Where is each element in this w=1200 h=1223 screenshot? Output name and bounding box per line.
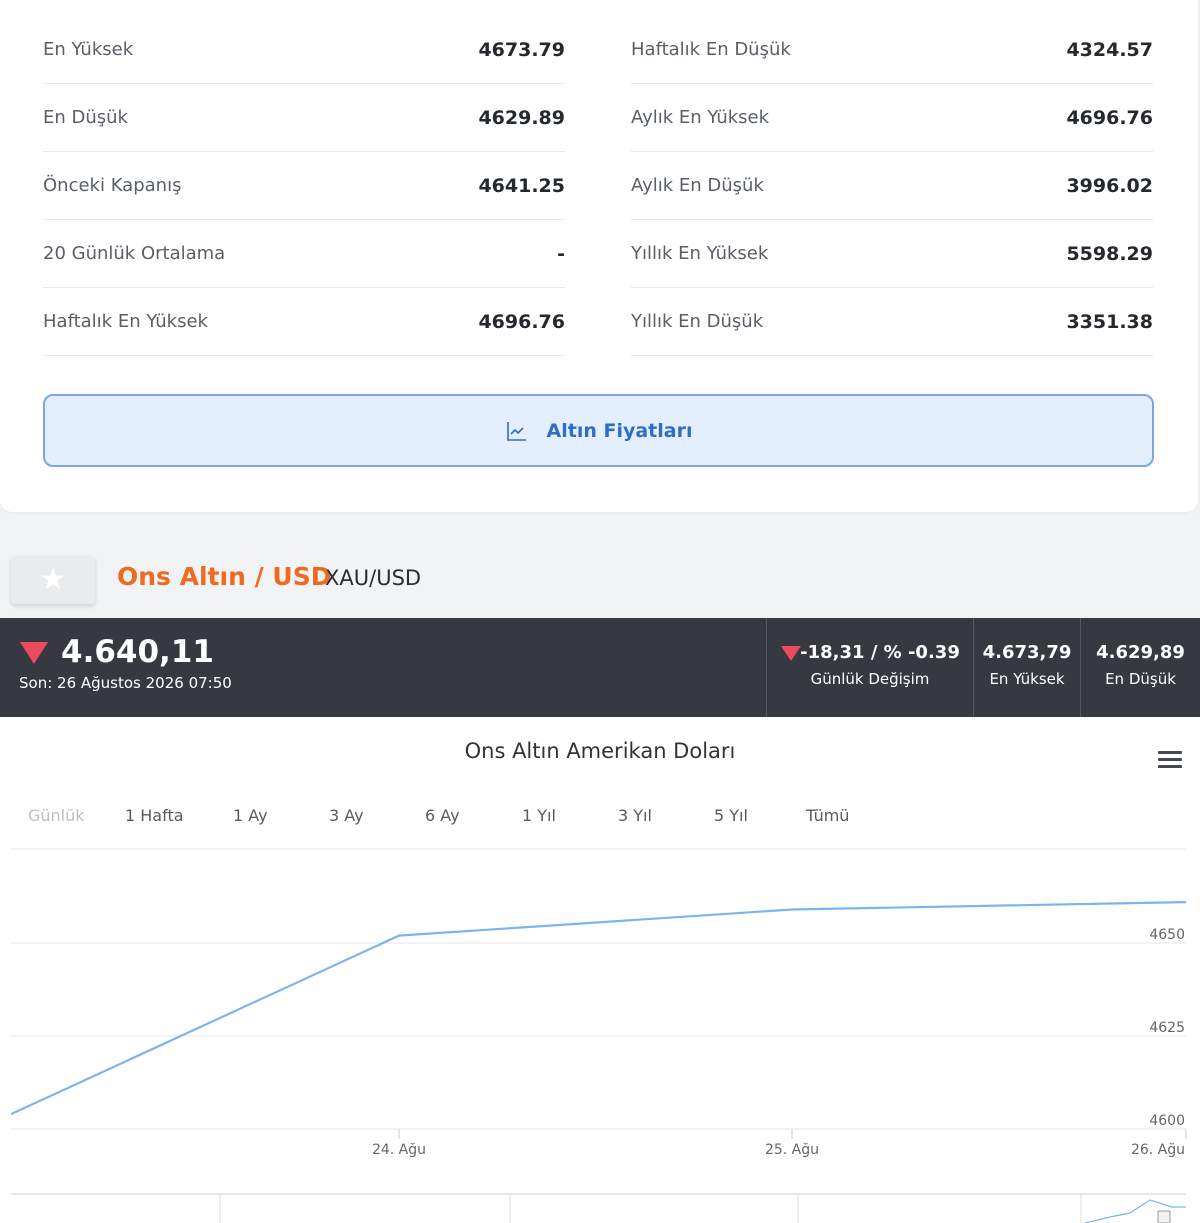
statistics-card: En Yüksek 4673.79 En Düşük 4629.89 Önceki … [0, 0, 1198, 512]
y-tick-label: 4650 [1149, 927, 1185, 943]
stat-value: 4324.57 [1066, 38, 1153, 61]
stat-value: 4696.76 [1066, 106, 1153, 129]
chart-grid [11, 942, 1186, 1130]
stat-label: 20 Günlük Ortalama [43, 243, 226, 264]
asset-title-bar: ★ Ons Altın / USD XAU/USD [0, 548, 1200, 614]
x-tick-label: 25. Ağu [765, 1142, 819, 1158]
stat-value: 4629.89 [478, 106, 565, 129]
stat-value: 5598.29 [1066, 242, 1153, 265]
stat-row: Yıllık En Düşük 3351.38 [631, 288, 1153, 356]
star-icon: ★ [39, 562, 67, 597]
stat-label: Aylık En Düşük [631, 175, 764, 196]
stats-right-column: Haftalık En Düşük 4324.57 Aylık En Yüksek… [631, 16, 1153, 356]
stat-value: 3996.02 [1066, 174, 1153, 197]
stat-value: 4696.76 [478, 310, 565, 333]
stats-left-column: En Yüksek 4673.79 En Düşük 4629.89 Önceki … [43, 16, 565, 356]
asset-code: XAU/USD [325, 566, 422, 590]
stat-row: En Düşük 4629.89 [43, 84, 565, 152]
stat-row: Haftalık En Düşük 4324.57 [631, 16, 1153, 84]
stat-row: En Yüksek 4673.79 [43, 16, 565, 84]
stat-value: 4641.25 [478, 174, 565, 197]
line-chart-icon [506, 421, 526, 441]
y-axis-labels: 4600 4625 4650 [1149, 927, 1185, 1129]
chart-series [10, 901, 1187, 1116]
last-update-time: Son: 26 Ağustos 2026 07:50 [19, 674, 232, 692]
stat-label: Yıllık En Yüksek [631, 243, 769, 264]
asset-name: Ons Altın / USD [117, 562, 332, 591]
daily-low-cell: 4.629,89 En Düşük [1081, 618, 1200, 717]
stat-label: Önceki Kapanış [43, 175, 182, 196]
price-series-line [10, 901, 1187, 1116]
daily-change-cell: -18,31 / % -0.39 Günlük Değişim [767, 618, 974, 717]
gold-prices-label: Altın Fiyatları [546, 419, 693, 442]
x-tick-label: 26. Ağu [1131, 1142, 1185, 1158]
daily-low-value: 4.629,89 [1096, 642, 1185, 663]
daily-change-value: -18,31 / % -0.39 [800, 642, 960, 663]
y-tick-label: 4600 [1149, 1113, 1185, 1129]
daily-low-label: En Düşük [1105, 670, 1176, 688]
stat-row: Aylık En Yüksek 4696.76 [631, 84, 1153, 152]
stat-label: En Düşük [43, 107, 128, 128]
daily-high-label: En Yüksek [989, 670, 1065, 688]
navigator-handle-icon[interactable] [1157, 1210, 1171, 1223]
stat-label: Haftalık En Düşük [631, 39, 791, 60]
stat-label: En Yüksek [43, 39, 134, 60]
y-tick-label: 4625 [1149, 1020, 1185, 1036]
stat-row: Aylık En Düşük 3996.02 [631, 152, 1153, 220]
stat-row: Haftalık En Yüksek 4696.76 [43, 288, 565, 356]
last-price: 4.640,11 [61, 634, 214, 670]
gold-prices-button[interactable]: Altın Fiyatları [43, 394, 1154, 467]
stat-label: Yıllık En Düşük [631, 311, 764, 332]
favorite-button[interactable]: ★ [11, 556, 95, 604]
stat-value: 3351.38 [1066, 310, 1153, 333]
x-tick-label: 24. Ağu [372, 1142, 426, 1158]
daily-high-value: 4.673,79 [982, 642, 1072, 663]
daily-high-cell: 4.673,79 En Yüksek [974, 618, 1081, 717]
price-line-chart: 4600 4625 4650 24. Ağu 25. Ağu 26. Ağu [10, 848, 1187, 1223]
daily-change-label: Günlük Değişim [810, 670, 930, 688]
stat-label: Haftalık En Yüksek [43, 311, 208, 332]
stat-row: Yıllık En Yüksek 5598.29 [631, 220, 1153, 288]
quote-main: 4.640,11 Son: 26 Ağustos 2026 07:50 [0, 618, 767, 717]
stat-label: Aylık En Yüksek [631, 107, 770, 128]
stat-row: Önceki Kapanış 4641.25 [43, 152, 565, 220]
down-arrow-icon [20, 642, 48, 664]
stat-row: 20 Günlük Ortalama - [43, 220, 565, 288]
stat-value: - [557, 242, 565, 265]
navigator[interactable] [11, 1193, 1186, 1223]
stat-value: 4673.79 [478, 38, 565, 61]
chart-container: Ons Altın Amerikan Doları Günlük 1 Hafta… [0, 717, 1200, 1223]
x-axis-labels: 24. Ağu 25. Ağu 26. Ağu [372, 1129, 1187, 1158]
quote-bar: 4.640,11 Son: 26 Ağustos 2026 07:50 -18,… [0, 618, 1200, 717]
